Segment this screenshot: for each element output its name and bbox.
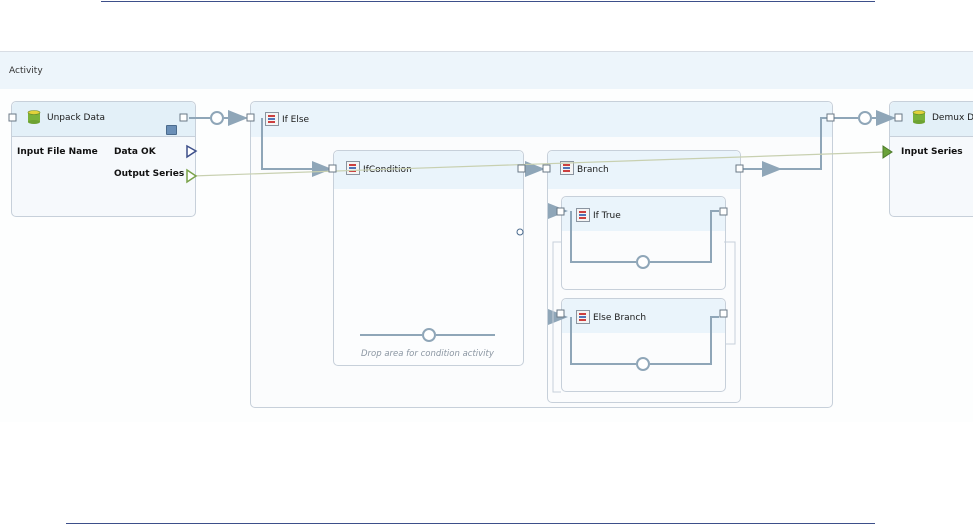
bottom-divider (66, 523, 875, 524)
connection-layer (8, 110, 903, 393)
workflow-canvas[interactable]: Activity Unpack Data Input File Name Dat… (0, 51, 973, 422)
top-divider (101, 1, 875, 2)
